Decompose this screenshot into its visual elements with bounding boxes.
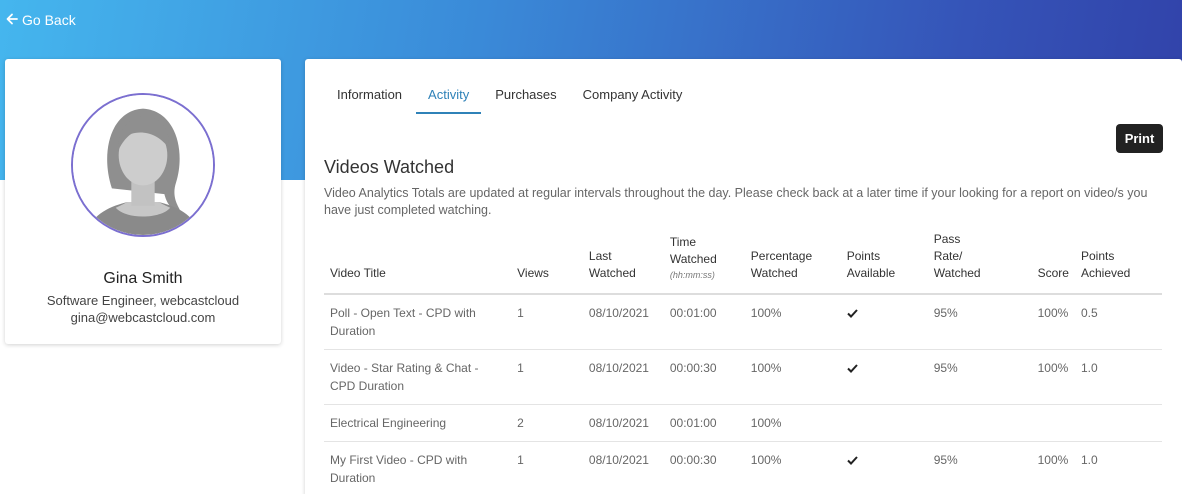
profile-name: Gina Smith [103, 270, 183, 287]
table-row: Electrical Engineering 2 08/10/2021 00:0… [324, 404, 1162, 442]
section-title: Videos Watched [324, 157, 455, 177]
cell-pass-rate: 95% [927, 441, 1032, 494]
col-points-achieved: Points Achieved [1074, 231, 1162, 295]
cell-points-available [840, 294, 928, 350]
col-pass-rate: Pass Rate/ Watched [927, 231, 1032, 295]
cell-time-watched: 00:00:30 [663, 349, 745, 405]
cell-video-title: Video - Star Rating & Chat - CPD Duratio… [324, 349, 512, 405]
table-row: Poll - Open Text - CPD with Duration 1 0… [324, 294, 1162, 350]
cell-video-title: Electrical Engineering [324, 404, 512, 442]
cell-pass-rate: 95% [927, 294, 1032, 350]
cell-time-watched: 00:01:00 [663, 294, 745, 350]
profile-card: Gina Smith Software Engineer, webcastclo… [5, 59, 281, 344]
tab-information[interactable]: Information [325, 85, 414, 114]
cell-score: 100% [1031, 441, 1075, 494]
col-points-available: Points Available [840, 231, 928, 295]
cell-video-title: My First Video - CPD with Duration [324, 441, 512, 494]
cell-last-watched: 08/10/2021 [582, 349, 664, 405]
cell-percentage: 100% [744, 349, 841, 405]
go-back-label: Go Back [22, 12, 76, 28]
activity-panel: Information Activity Purchases Company A… [305, 59, 1182, 494]
section-description: Video Analytics Totals are updated at re… [324, 186, 1148, 217]
user-avatar-placeholder-icon [73, 95, 213, 235]
profile-email: gina@webcastcloud.com [70, 310, 216, 325]
videos-table: Video Title Views Last Watched Time Watc… [324, 231, 1162, 494]
cell-time-watched: 00:00:30 [663, 441, 745, 494]
cell-pass-rate [927, 404, 1032, 442]
tab-company-activity[interactable]: Company Activity [571, 85, 695, 114]
col-percentage-watched: Percentage Watched [744, 231, 841, 295]
cell-views: 1 [511, 441, 583, 494]
tab-bar: Information Activity Purchases Company A… [325, 85, 696, 114]
cell-percentage: 100% [744, 441, 841, 494]
cell-last-watched: 08/10/2021 [582, 294, 664, 350]
tab-activity[interactable]: Activity [416, 85, 482, 114]
cell-views: 2 [511, 404, 583, 442]
cell-percentage: 100% [744, 294, 841, 350]
table-row: Video - Star Rating & Chat - CPD Duratio… [324, 349, 1162, 405]
cell-score: 100% [1031, 349, 1075, 405]
col-last-watched: Last Watched [582, 231, 664, 295]
cell-points-achieved: 0.5 [1074, 294, 1162, 350]
cell-score: 100% [1031, 294, 1075, 350]
check-icon [847, 361, 858, 375]
check-icon [847, 453, 858, 467]
cell-points-available [840, 404, 928, 442]
cell-pass-rate: 95% [927, 349, 1032, 405]
cell-video-title: Poll - Open Text - CPD with Duration [324, 294, 512, 350]
arrow-left-icon [6, 12, 18, 28]
print-button[interactable]: Print [1116, 124, 1163, 153]
table-row: My First Video - CPD with Duration 1 08/… [324, 441, 1162, 494]
cell-time-watched: 00:01:00 [663, 404, 745, 442]
cell-percentage: 100% [744, 404, 841, 442]
cell-points-available [840, 441, 928, 494]
cell-last-watched: 08/10/2021 [582, 441, 664, 494]
col-video-title: Video Title [324, 231, 512, 295]
go-back-link[interactable]: Go Back [6, 12, 76, 28]
col-time-watched-format: (hh:mm:ss) [669, 270, 715, 280]
col-time-watched: Time Watched (hh:mm:ss) [663, 231, 745, 295]
avatar [71, 93, 215, 237]
cell-points-available [840, 349, 928, 405]
cell-score [1031, 404, 1075, 442]
cell-points-achieved: 1.0 [1074, 349, 1162, 405]
check-icon [847, 306, 858, 320]
col-views: Views [511, 231, 583, 295]
tab-purchases[interactable]: Purchases [483, 85, 568, 114]
table-body: Poll - Open Text - CPD with Duration 1 0… [324, 294, 1162, 494]
cell-points-achieved: 1.0 [1074, 441, 1162, 494]
cell-points-achieved [1074, 404, 1162, 442]
cell-views: 1 [511, 349, 583, 405]
cell-views: 1 [511, 294, 583, 350]
col-score: Score [1031, 231, 1075, 295]
table-header-row: Video Title Views Last Watched Time Watc… [324, 231, 1162, 295]
profile-role: Software Engineer, webcastcloud [46, 293, 240, 308]
col-time-watched-label: Time Watched [669, 235, 717, 266]
cell-last-watched: 08/10/2021 [582, 404, 664, 442]
